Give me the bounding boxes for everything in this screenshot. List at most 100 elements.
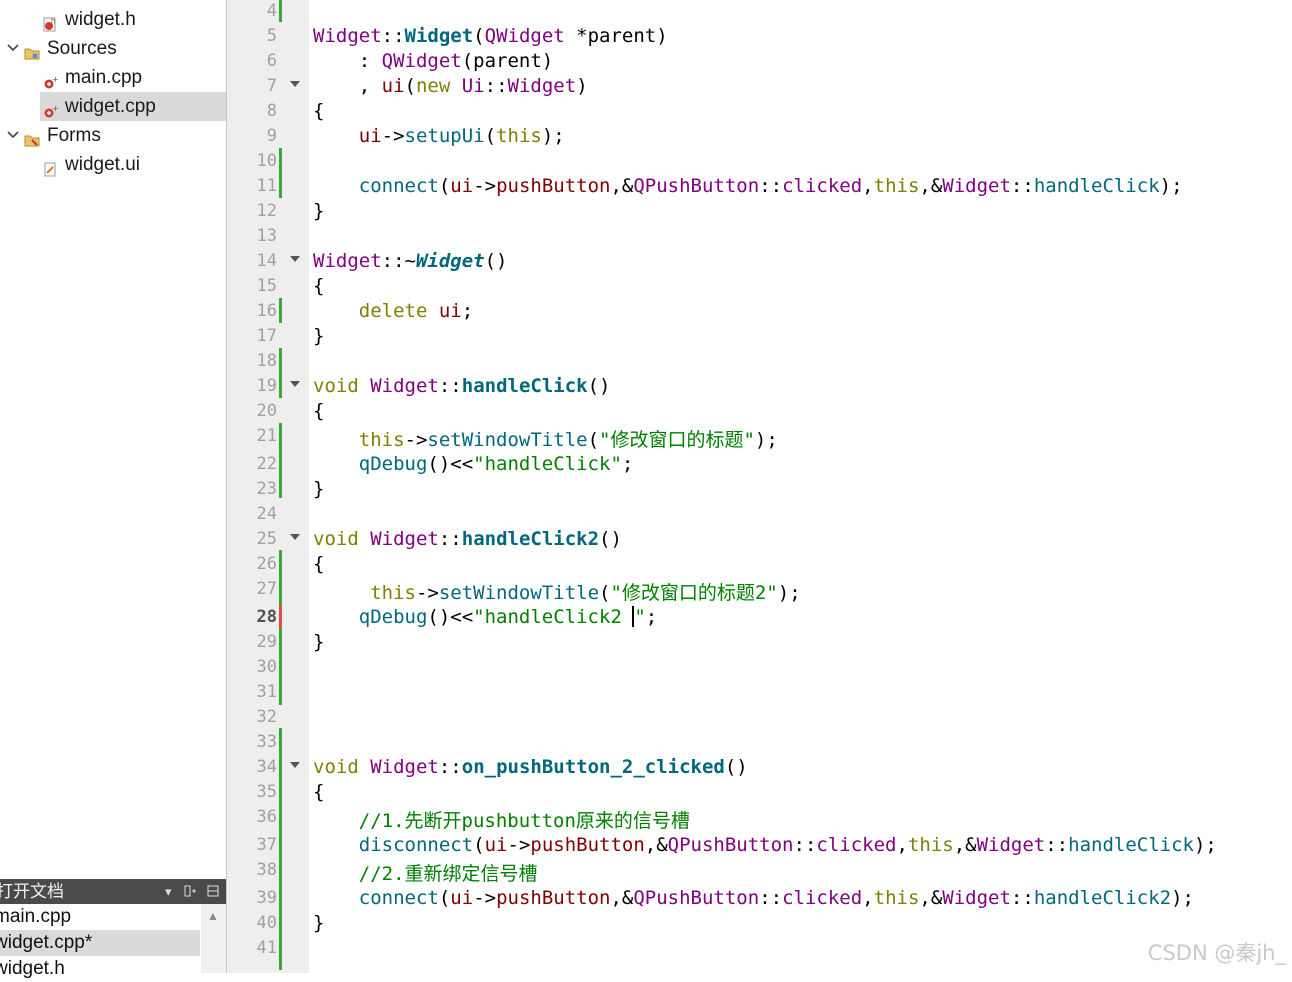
code-token: Widget bbox=[370, 756, 439, 778]
code-line[interactable]: } bbox=[313, 325, 324, 347]
line-number: 36 bbox=[256, 807, 277, 827]
code-token: } bbox=[313, 478, 325, 500]
code-line[interactable]: { bbox=[313, 100, 324, 122]
line-number: 16 bbox=[256, 301, 277, 321]
open-doc-label: main.cpp bbox=[0, 906, 72, 927]
line-number: 25 bbox=[256, 529, 277, 549]
fold-arrow-icon[interactable] bbox=[289, 759, 301, 774]
scroll-up-icon[interactable]: ▲ bbox=[207, 909, 219, 923]
code-token: pushButton bbox=[530, 834, 645, 856]
code-token: handleClick bbox=[461, 375, 588, 397]
code-token: -> bbox=[404, 429, 428, 451]
code-token: ); bbox=[1193, 834, 1217, 856]
code-editor[interactable]: 4 5 6 7 8 9 10 11 12 13 14 15 16 17 18 19 20 21 22 23 24 25 26… bbox=[227, 0, 1292, 973]
code-token: ,& bbox=[919, 887, 943, 909]
code-token: this bbox=[496, 125, 542, 147]
code-line[interactable]: qDebug()<<"handleClick"; bbox=[313, 453, 634, 475]
code-line[interactable]: } bbox=[313, 631, 324, 653]
code-line[interactable]: delete ui; bbox=[313, 300, 473, 322]
tree-item-main-cpp[interactable]: + main.cpp bbox=[0, 63, 226, 92]
code-token: ; bbox=[645, 606, 658, 628]
line-number: 29 bbox=[256, 632, 277, 652]
code-line[interactable]: void Widget::handleClick2() bbox=[313, 528, 622, 550]
tree-item-widget-ui[interactable]: widget.ui bbox=[0, 150, 226, 179]
code-token: setWindowTitle bbox=[427, 429, 588, 451]
code-line[interactable]: , ui(new Ui::Widget) bbox=[313, 75, 588, 97]
code-line[interactable]: : QWidget(parent) bbox=[313, 50, 553, 72]
fold-arrow-icon[interactable] bbox=[289, 378, 301, 393]
code-token: () bbox=[599, 528, 622, 550]
code-token: setWindowTitle bbox=[438, 582, 600, 604]
fold-arrow-icon[interactable] bbox=[289, 78, 301, 93]
tree-item-widget-cpp[interactable]: + widget.cpp bbox=[0, 92, 226, 121]
code-token: setupUi bbox=[404, 125, 485, 147]
line-number: 10 bbox=[256, 151, 277, 171]
change-marker bbox=[279, 148, 282, 198]
code-token: this bbox=[873, 887, 920, 909]
line-number: 24 bbox=[256, 504, 277, 524]
code-line[interactable]: disconnect(ui->pushButton,&QPushButton::… bbox=[313, 834, 1217, 856]
line-number: 33 bbox=[256, 732, 277, 752]
tree-item-sources[interactable]: Sources bbox=[0, 34, 226, 63]
line-number: 37 bbox=[256, 835, 277, 855]
code-line[interactable]: this->setWindowTitle("修改窗口的标题"); bbox=[313, 425, 778, 452]
code-token: ::~ bbox=[381, 250, 416, 272]
code-token: clicked bbox=[782, 175, 863, 197]
code-token: ui bbox=[381, 75, 405, 97]
unsaved-change-marker bbox=[279, 605, 282, 628]
code-token: on_pushButton_2_clicked bbox=[461, 756, 725, 778]
scrollbar[interactable]: ▲ bbox=[201, 904, 226, 973]
code-line[interactable]: { bbox=[313, 275, 324, 297]
dropdown-arrow-icon[interactable]: ▾ bbox=[165, 879, 172, 904]
code-line[interactable]: //2.重新绑定信号槽 bbox=[313, 859, 538, 886]
code-line[interactable]: ui->setupUi(this); bbox=[313, 125, 565, 147]
code-line[interactable]: Widget::~Widget() bbox=[313, 250, 508, 272]
code-token: QPushButton bbox=[633, 175, 760, 197]
code-line[interactable]: } bbox=[313, 478, 324, 500]
code-token: ); bbox=[777, 582, 801, 604]
code-token: handleClick bbox=[1068, 834, 1194, 856]
code-line[interactable]: { bbox=[313, 781, 324, 803]
change-marker bbox=[279, 423, 282, 498]
code-line[interactable]: connect(ui->pushButton,&QPushButton::cli… bbox=[313, 887, 1194, 909]
code-token: clicked bbox=[816, 834, 897, 856]
code-token: ( bbox=[473, 834, 485, 856]
code-token: } bbox=[313, 912, 325, 934]
code-line[interactable]: void Widget::on_pushButton_2_clicked() bbox=[313, 756, 748, 778]
code-token: -> bbox=[507, 834, 531, 856]
code-line[interactable]: this->setWindowTitle("修改窗口的标题2"); bbox=[313, 578, 801, 605]
open-doc-main-cpp[interactable]: main.cpp bbox=[0, 904, 200, 930]
tree-item-forms[interactable]: Forms bbox=[0, 121, 226, 150]
code-line[interactable]: { bbox=[313, 553, 324, 575]
code-line[interactable]: { bbox=[313, 400, 324, 422]
cpp-file-icon: + bbox=[42, 70, 59, 89]
code-line[interactable]: connect(ui->pushButton,&QPushButton::cli… bbox=[313, 175, 1183, 197]
open-documents-title: 打开文档 bbox=[0, 882, 64, 901]
line-number: 22 bbox=[256, 454, 277, 474]
code-line[interactable]: Widget::Widget(QWidget *parent) bbox=[313, 25, 668, 47]
line-number: 20 bbox=[256, 401, 277, 421]
code-line[interactable]: } bbox=[313, 200, 324, 222]
code-token: this bbox=[907, 834, 954, 856]
code-line[interactable]: //1.先断开pushbutton原来的信号槽 bbox=[313, 806, 690, 833]
line-number: 39 bbox=[256, 888, 277, 908]
code-token: Widget bbox=[942, 175, 1011, 197]
open-doc-widget-cpp[interactable]: widget.cpp* bbox=[0, 930, 200, 956]
tree-item-widget-h[interactable]: h widget.h bbox=[0, 5, 226, 34]
code-token: disconnect bbox=[358, 834, 474, 856]
fold-arrow-icon[interactable] bbox=[289, 253, 301, 268]
code-token: () bbox=[587, 375, 611, 397]
code-line[interactable]: } bbox=[313, 912, 324, 934]
line-number: 40 bbox=[256, 913, 277, 933]
change-marker bbox=[279, 348, 282, 398]
code-token: Widget bbox=[370, 528, 439, 550]
code-line[interactable]: qDebug()<<"handleClick2 "; bbox=[313, 606, 657, 628]
code-token: Widget bbox=[313, 250, 382, 272]
code-line[interactable]: void Widget::handleClick() bbox=[313, 375, 610, 397]
code-token: ui bbox=[358, 125, 382, 147]
fold-arrow-icon[interactable] bbox=[289, 531, 301, 546]
open-doc-widget-h[interactable]: widget.h bbox=[0, 956, 200, 982]
